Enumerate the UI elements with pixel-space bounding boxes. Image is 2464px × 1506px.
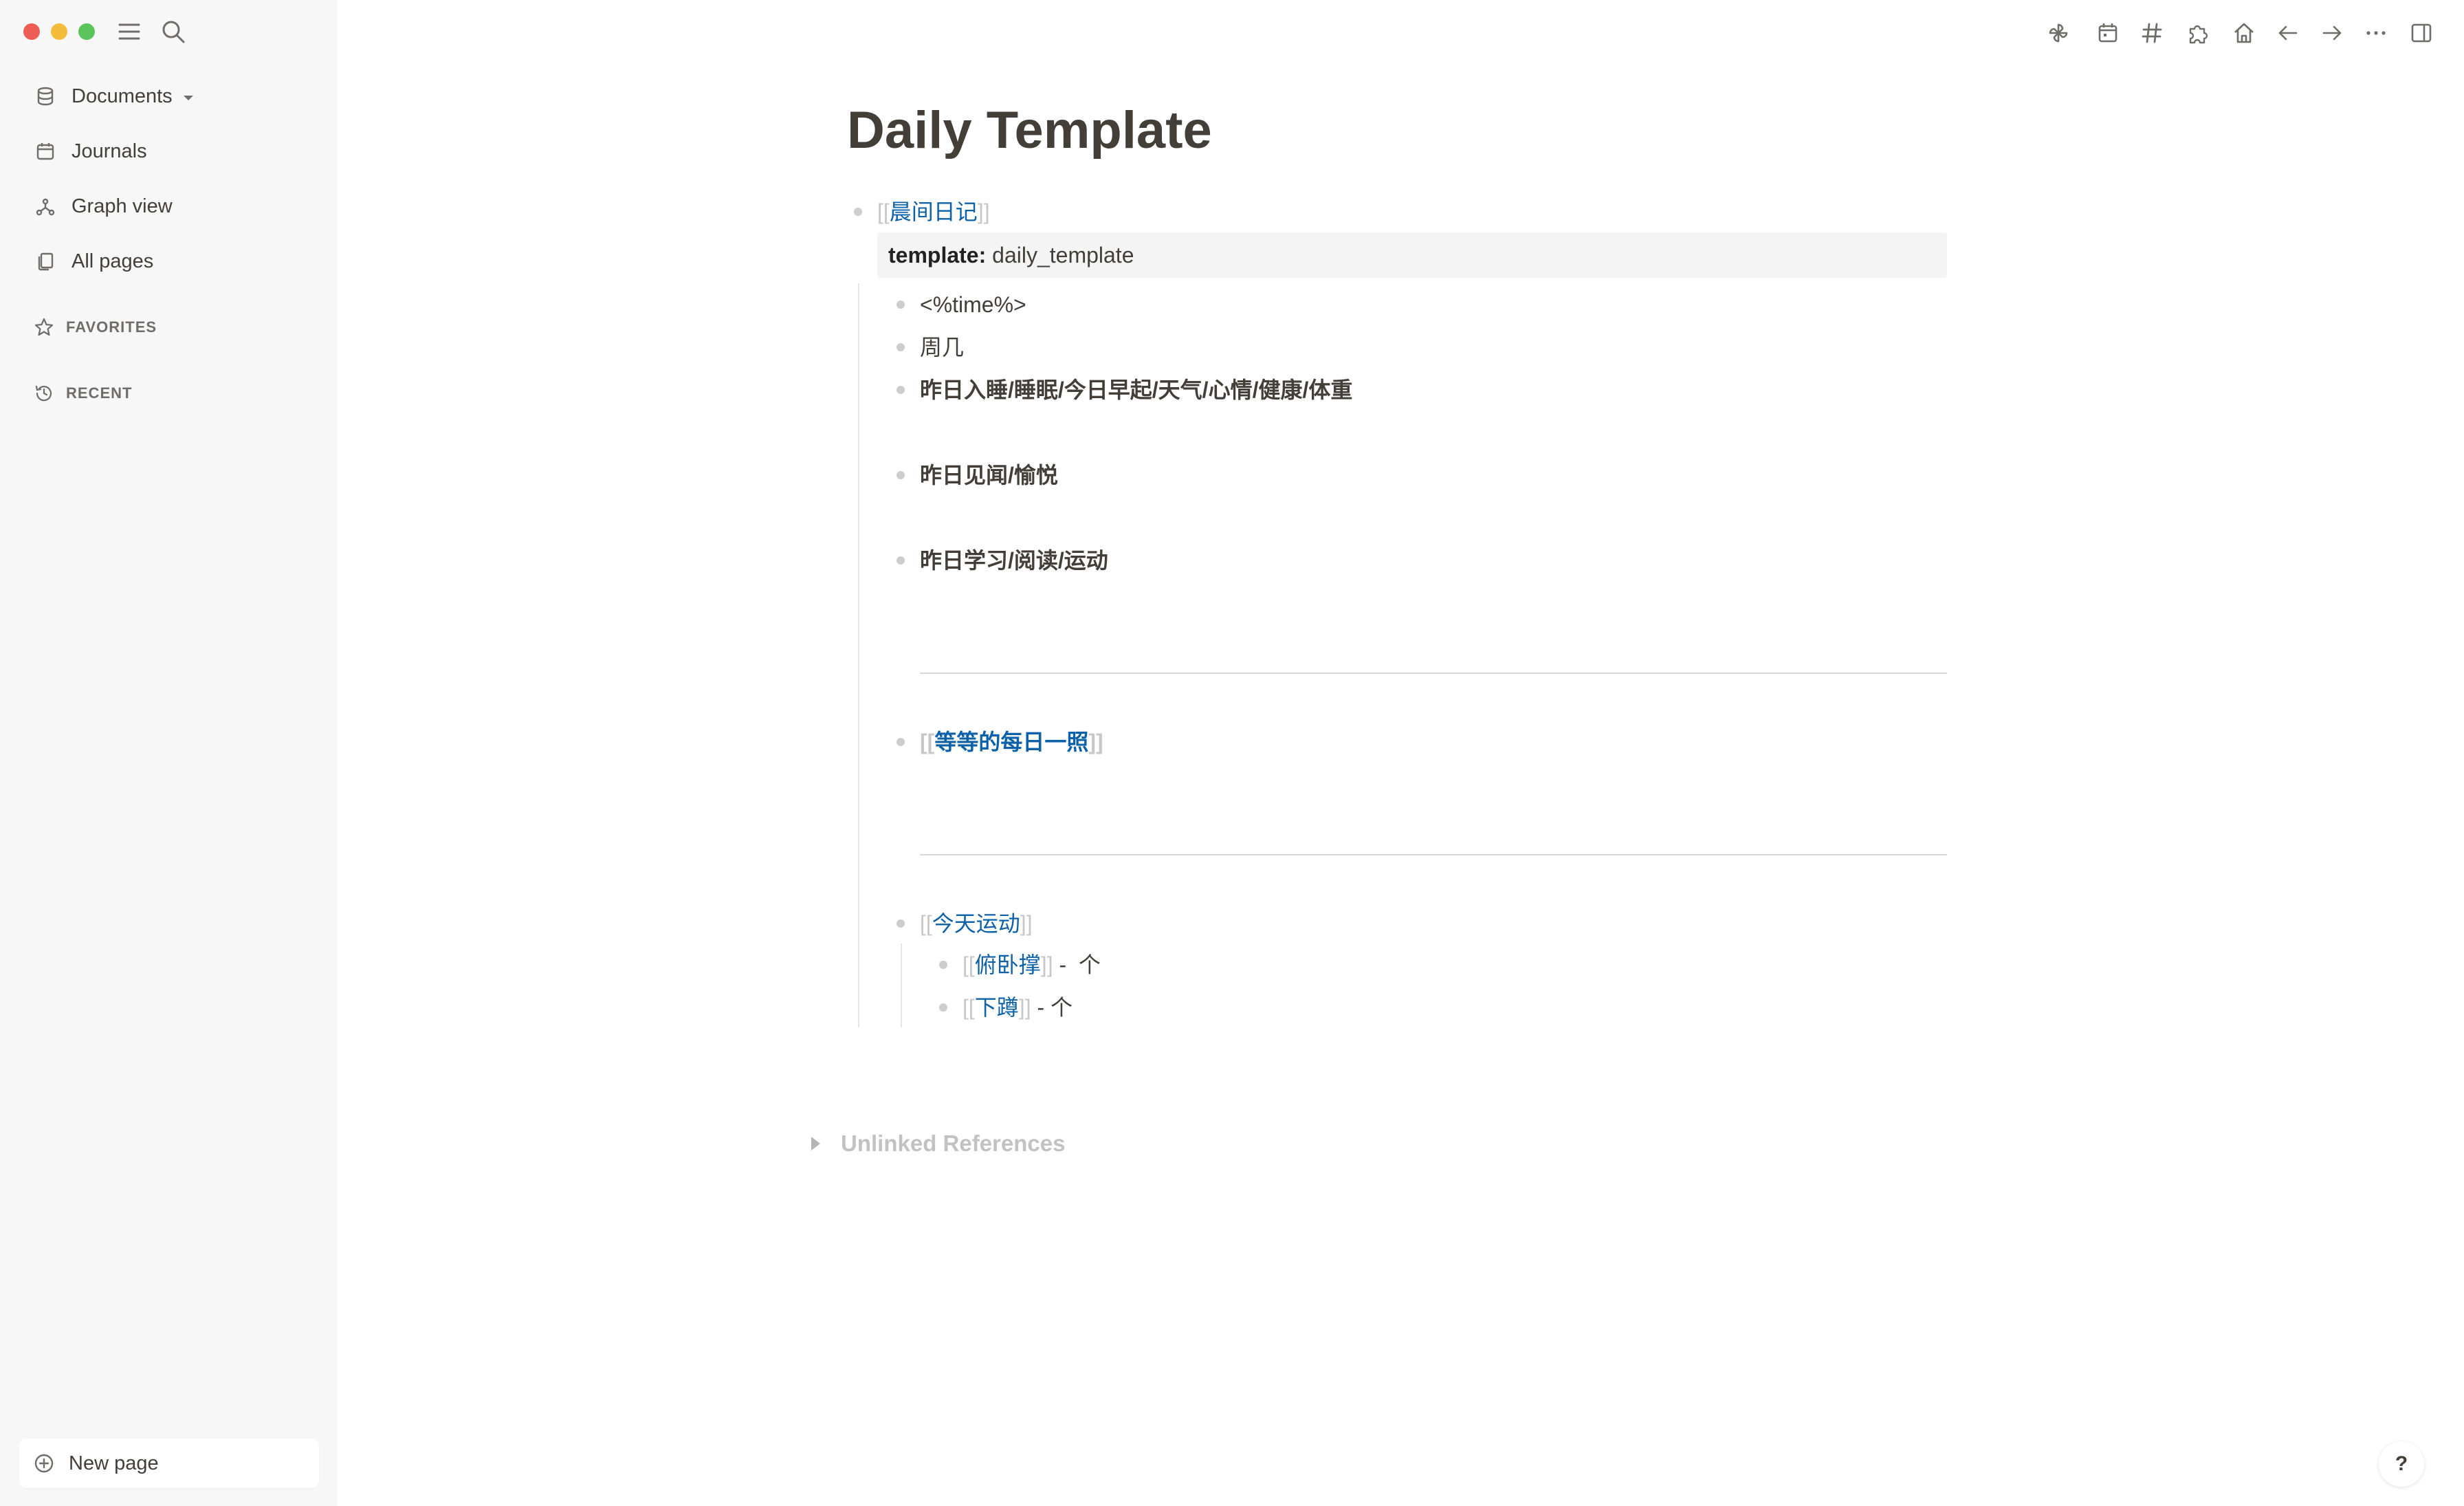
bracket-close: ]] bbox=[1088, 730, 1103, 754]
block-bullet[interactable] bbox=[854, 208, 862, 216]
children-guide-line bbox=[858, 283, 859, 1027]
chevron-down-icon[interactable] bbox=[182, 85, 195, 108]
new-page-button[interactable]: New page bbox=[19, 1439, 319, 1488]
divider bbox=[920, 854, 1947, 855]
block-bullet[interactable] bbox=[896, 386, 905, 394]
unlinked-references-label: Unlinked References bbox=[841, 1131, 1066, 1156]
block-study[interactable]: 昨日学习/阅读/运动 bbox=[920, 545, 1108, 576]
block-exercise-ref[interactable]: [[今天运动]] bbox=[920, 908, 1033, 939]
plus-circle-icon bbox=[30, 1450, 58, 1477]
page-ref-link[interactable]: 今天运动 bbox=[932, 911, 1020, 936]
block-bullet[interactable] bbox=[896, 301, 905, 309]
recent-section[interactable]: RECENT bbox=[32, 380, 132, 407]
home-icon[interactable] bbox=[2229, 18, 2259, 48]
property-value: daily_template bbox=[992, 243, 1134, 268]
bracket-close: ]] bbox=[1040, 952, 1053, 977]
block-bullet[interactable] bbox=[939, 1003, 947, 1012]
bracket-open: [[ bbox=[877, 199, 890, 224]
block-photo-ref[interactable]: [[等等的每日一照]] bbox=[920, 727, 1103, 757]
block-squat[interactable]: [[下蹲]] - 个 bbox=[962, 992, 1072, 1023]
sidebar-toggle-icon[interactable] bbox=[2406, 18, 2436, 48]
recent-label: RECENT bbox=[66, 384, 133, 402]
history-icon bbox=[32, 381, 56, 406]
search-icon[interactable] bbox=[160, 18, 187, 45]
sidebar-item-label: Journals bbox=[72, 140, 147, 162]
page-ref-link[interactable]: 等等的每日一照 bbox=[934, 730, 1088, 754]
block-time[interactable]: <%time%> bbox=[920, 290, 1026, 320]
window-minimize-button[interactable] bbox=[51, 23, 67, 40]
sidebar-item-label: Graph view bbox=[72, 195, 173, 217]
sidebar-item-label: Documents bbox=[72, 85, 173, 107]
block-sleep[interactable]: 昨日入睡/睡眠/今日早起/天气/心情/健康/体重 bbox=[920, 375, 1352, 405]
block-bullet[interactable] bbox=[896, 738, 905, 746]
sidebar-item-documents[interactable]: Documents bbox=[21, 74, 316, 118]
sidebar-item-graph-view[interactable]: Graph view bbox=[21, 184, 316, 228]
favorites-section[interactable]: FAVORITES bbox=[32, 314, 157, 341]
property-key: template bbox=[888, 243, 979, 268]
block-bullet[interactable] bbox=[896, 919, 905, 928]
block-seen[interactable]: 昨日见闻/愉悦 bbox=[920, 460, 1058, 490]
block-suffix: - 个 bbox=[1031, 995, 1073, 1020]
calendar-icon bbox=[32, 138, 59, 165]
puzzle-icon[interactable] bbox=[2182, 18, 2212, 48]
left-sidebar: Documents Journals Graph view All pages … bbox=[0, 0, 338, 1506]
block-suffix: - 个 bbox=[1053, 952, 1101, 977]
page-title[interactable]: Daily Template bbox=[847, 96, 1212, 165]
divider bbox=[920, 673, 1947, 674]
bracket-open: [[ bbox=[920, 911, 932, 936]
bracket-open: [[ bbox=[920, 730, 935, 754]
block-pushup[interactable]: [[俯卧撑]] - 个 bbox=[962, 950, 1101, 980]
exercise-guide-line bbox=[901, 943, 902, 1027]
new-page-label: New page bbox=[69, 1452, 159, 1474]
page-ref-link[interactable]: 下蹲 bbox=[975, 995, 1019, 1020]
arrow-left-icon[interactable] bbox=[2273, 18, 2303, 48]
block-bullet[interactable] bbox=[896, 471, 905, 479]
block-bullet[interactable] bbox=[896, 343, 905, 351]
more-icon[interactable] bbox=[2361, 18, 2391, 48]
sidebar-item-journals[interactable]: Journals bbox=[21, 129, 316, 173]
bracket-open: [[ bbox=[962, 995, 975, 1020]
star-icon bbox=[32, 315, 56, 340]
graph-icon bbox=[32, 193, 59, 220]
hash-icon[interactable] bbox=[2137, 18, 2167, 48]
page-ref-link[interactable]: 俯卧撑 bbox=[975, 952, 1041, 977]
bracket-open: [[ bbox=[962, 952, 975, 977]
sidebar-item-all-pages[interactable]: All pages bbox=[21, 239, 316, 283]
arrow-right-icon[interactable] bbox=[2317, 18, 2347, 48]
pinwheel-icon[interactable] bbox=[2043, 18, 2074, 48]
pages-icon bbox=[32, 248, 59, 275]
block-bullet[interactable] bbox=[939, 961, 947, 969]
template-property[interactable]: template: daily_template bbox=[877, 232, 1947, 278]
block-weekday[interactable]: 周几 bbox=[920, 332, 964, 362]
block-root-ref[interactable]: [[晨间日记]] bbox=[877, 197, 990, 227]
page-ref-link[interactable]: 晨间日记 bbox=[890, 199, 978, 224]
bracket-close: ]] bbox=[1018, 995, 1031, 1020]
window-zoom-button[interactable] bbox=[78, 23, 95, 40]
favorites-label: FAVORITES bbox=[66, 318, 157, 336]
calendar-icon[interactable] bbox=[2093, 18, 2123, 48]
menu-icon[interactable] bbox=[116, 18, 143, 45]
sidebar-item-label: All pages bbox=[72, 250, 154, 272]
window-close-button[interactable] bbox=[23, 23, 40, 40]
help-button[interactable]: ? bbox=[2379, 1441, 2424, 1487]
caret-right-icon bbox=[811, 1137, 820, 1150]
block-bullet[interactable] bbox=[896, 556, 905, 565]
unlinked-references-toggle[interactable]: Unlinked References bbox=[811, 1126, 1065, 1161]
database-icon bbox=[32, 83, 59, 110]
bracket-close: ]] bbox=[977, 199, 990, 224]
bracket-close: ]] bbox=[1020, 911, 1033, 936]
property-separator: : bbox=[978, 243, 987, 268]
